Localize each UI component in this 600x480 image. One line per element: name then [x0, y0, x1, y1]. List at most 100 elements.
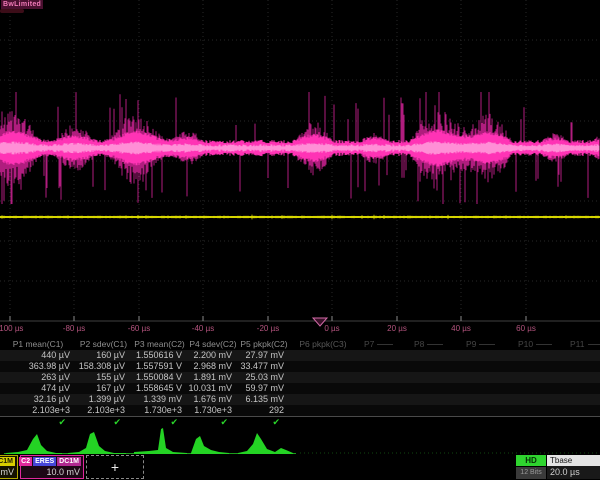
- measure-status-check: ✔: [0, 417, 76, 428]
- measure-column-header[interactable]: P11: [562, 338, 600, 350]
- measure-table-row: P1 mean(C1)P2 sdev(C1)P3 mean(C2)P4 sdev…: [0, 338, 600, 350]
- measure-mean-cell: [510, 361, 562, 372]
- measure-table-row: 440 µV160 µV1.550616 V2.200 mV27.97 mV: [0, 350, 600, 361]
- oscilloscope-screen: BwLimited -100 µs -80 µs -60 µs -40 µs -20 µ…: [0, 0, 600, 480]
- measure-num-cell: [406, 405, 458, 416]
- measure-column-header[interactable]: P8: [406, 338, 458, 350]
- measure-max-cell: 474 µV: [0, 383, 76, 394]
- measure-max-cell: [290, 383, 356, 394]
- measurement-histicon: [6, 434, 62, 454]
- measure-num-cell: 2.103e+3: [0, 405, 76, 416]
- measure-status-check: [562, 417, 600, 428]
- c2-eres-badge: ERES: [33, 457, 56, 466]
- measurement-histicon: [191, 436, 229, 454]
- measure-status-check: ✔: [131, 417, 188, 428]
- measure-table-row: 474 µV167 µV1.558645 V10.031 mV59.97 mV: [0, 383, 600, 394]
- measure-status-check: [510, 417, 562, 428]
- x-axis-label: 20 µs: [387, 324, 407, 333]
- measure-mean-cell: [356, 361, 406, 372]
- measure-column-header[interactable]: P7: [356, 338, 406, 350]
- measure-min-cell: 1.891 mV: [188, 372, 238, 383]
- measure-sdev-cell: [290, 394, 356, 405]
- measure-sdev-cell: 32.16 µV: [0, 394, 76, 405]
- measure-status-check: [458, 417, 510, 428]
- measure-column-header[interactable]: P3 mean(C2): [131, 338, 188, 350]
- measure-max-cell: [356, 383, 406, 394]
- measure-table: P1 mean(C1)P2 sdev(C1)P3 mean(C2)P4 sdev…: [0, 338, 600, 428]
- measure-num-cell: 1.730e+3: [188, 405, 238, 416]
- measure-max-cell: 10.031 mV: [188, 383, 238, 394]
- measure-value-cell: 160 µV: [76, 350, 131, 361]
- measure-value-cell: [562, 350, 600, 361]
- x-axis-label: -80 µs: [63, 324, 85, 333]
- measure-sdev-cell: 1.676 mV: [188, 394, 238, 405]
- measure-num-cell: 292: [238, 405, 290, 416]
- hd-mode-badge[interactable]: HD: [516, 455, 546, 466]
- measure-value-cell: [406, 350, 458, 361]
- add-trace-button[interactable]: +: [86, 455, 144, 479]
- measure-value-cell: [458, 350, 510, 361]
- screen-artifact: [0, 9, 24, 13]
- measure-min-cell: [406, 372, 458, 383]
- measure-mean-cell: 363.98 µV: [0, 361, 76, 372]
- measure-status-check: ✔: [238, 417, 290, 428]
- measure-table-row: 32.16 µV1.399 µV1.339 mV1.676 mV6.135 mV: [0, 394, 600, 405]
- channel2-descriptor-box[interactable]: C2 ERES DC1M 10.0 mV: [20, 455, 84, 479]
- x-axis-label: -40 µs: [192, 324, 214, 333]
- measure-max-cell: [562, 383, 600, 394]
- measure-mean-cell: [406, 361, 458, 372]
- measure-sdev-cell: 1.399 µV: [76, 394, 131, 405]
- measure-num-cell: [562, 405, 600, 416]
- x-axis-label: 60 µs: [516, 324, 536, 333]
- measure-num-cell: [290, 405, 356, 416]
- measure-column-header[interactable]: P6 pkpk(C3): [290, 338, 356, 350]
- measure-sdev-cell: [406, 394, 458, 405]
- measure-sdev-cell: [562, 394, 600, 405]
- measure-mean-cell: [562, 361, 600, 372]
- measure-column-header[interactable]: P2 sdev(C1): [76, 338, 131, 350]
- measure-min-cell: 263 µV: [0, 372, 76, 383]
- measure-max-cell: 167 µV: [76, 383, 131, 394]
- measure-column-header[interactable]: P4 sdev(C2): [188, 338, 238, 350]
- measure-sdev-cell: [458, 394, 510, 405]
- measure-value-cell: 440 µV: [0, 350, 76, 361]
- measure-column-header[interactable]: P1 mean(C1): [0, 338, 76, 350]
- measure-status-check: [356, 417, 406, 428]
- measure-value-cell: [356, 350, 406, 361]
- measure-mean-cell: 2.968 mV: [188, 361, 238, 372]
- c2-channel-badge: C2: [19, 457, 32, 466]
- channel1-descriptor-box[interactable]: DC1M 10.0 mV: [0, 455, 18, 479]
- measure-min-cell: 25.03 mV: [238, 372, 290, 383]
- measure-min-cell: [290, 372, 356, 383]
- measure-value-cell: 2.200 mV: [188, 350, 238, 361]
- bandwidth-limit-label: BwLimited: [1, 0, 43, 9]
- c2-coupling-badge: DC1M: [57, 457, 81, 466]
- c2-volts-per-div: 10.0 mV: [21, 467, 83, 478]
- measure-num-cell: [510, 405, 562, 416]
- measure-num-cell: [458, 405, 510, 416]
- measure-status-check: ✔: [76, 417, 131, 428]
- measure-sdev-cell: [510, 394, 562, 405]
- measure-max-cell: 59.97 mV: [238, 383, 290, 394]
- measure-status-check: [406, 417, 458, 428]
- measure-column-header[interactable]: P5 pkpk(C2): [238, 338, 290, 350]
- measure-sdev-cell: 1.339 mV: [131, 394, 188, 405]
- measure-mean-cell: 158.308 µV: [76, 361, 131, 372]
- measure-max-cell: [406, 383, 458, 394]
- measure-column-header[interactable]: P9: [458, 338, 510, 350]
- measure-min-cell: 1.550084 V: [131, 372, 188, 383]
- measure-num-cell: 2.103e+3: [76, 405, 131, 416]
- x-axis-label: -100 µs: [0, 324, 23, 333]
- x-axis-label: 40 µs: [451, 324, 471, 333]
- measure-sdev-cell: [356, 394, 406, 405]
- measure-num-cell: [356, 405, 406, 416]
- measure-column-header[interactable]: P10: [510, 338, 562, 350]
- resolution-bits-label: 12 Bits: [516, 467, 546, 479]
- timebase-descriptor-box[interactable]: Tbase 20.0 µs: [547, 455, 600, 479]
- x-axis-label: -20 µs: [257, 324, 279, 333]
- measure-sdev-cell: 6.135 mV: [238, 394, 290, 405]
- x-axis-label: -60 µs: [128, 324, 150, 333]
- c1-volts-per-div: 10.0 mV: [0, 467, 17, 478]
- measure-table-row: 2.103e+32.103e+31.730e+31.730e+3292: [0, 405, 600, 417]
- measure-table-row: 363.98 µV158.308 µV1.557591 V2.968 mV33.…: [0, 361, 600, 372]
